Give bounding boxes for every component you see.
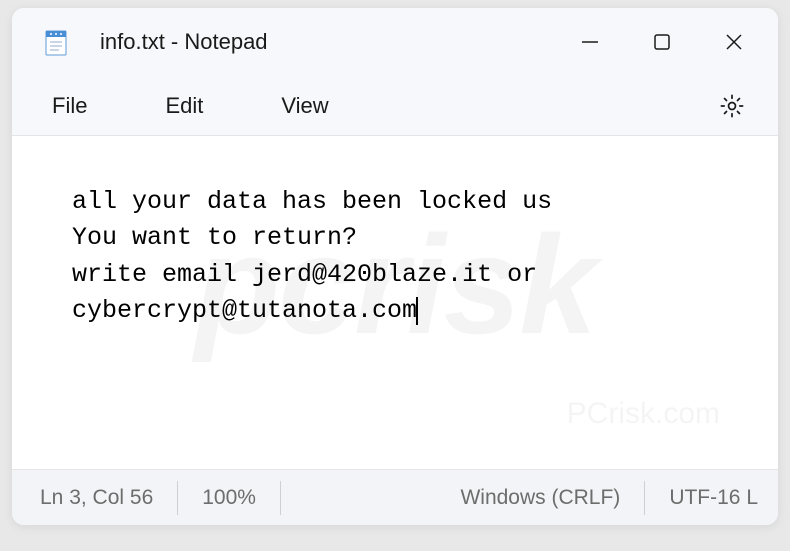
notepad-window: info.txt - Notepad File Edit View all yo… bbox=[12, 8, 778, 525]
menu-view[interactable]: View bbox=[271, 87, 338, 125]
content-line: cybercrypt@tutanota.com bbox=[72, 296, 417, 325]
menu-edit[interactable]: Edit bbox=[155, 87, 213, 125]
content-line: all your data has been locked us bbox=[72, 187, 552, 216]
notepad-app-icon bbox=[42, 26, 70, 58]
status-line-ending: Windows (CRLF) bbox=[436, 481, 645, 515]
status-zoom[interactable]: 100% bbox=[178, 481, 281, 515]
text-caret bbox=[416, 297, 418, 325]
window-controls bbox=[554, 8, 770, 76]
close-button[interactable] bbox=[698, 8, 770, 76]
text-area[interactable]: all your data has been locked us You wan… bbox=[12, 136, 778, 469]
statusbar: Ln 3, Col 56 100% Windows (CRLF) UTF-16 … bbox=[12, 469, 778, 525]
content-line: write email jerd@420blaze.it or bbox=[72, 260, 537, 289]
menubar: File Edit View bbox=[12, 76, 778, 136]
menu-file[interactable]: File bbox=[42, 87, 97, 125]
titlebar[interactable]: info.txt - Notepad bbox=[12, 8, 778, 76]
settings-button[interactable] bbox=[716, 90, 748, 122]
status-cursor-position: Ln 3, Col 56 bbox=[32, 481, 178, 515]
maximize-button[interactable] bbox=[626, 8, 698, 76]
window-title: info.txt - Notepad bbox=[100, 29, 554, 55]
content-line: You want to return? bbox=[72, 223, 357, 252]
minimize-button[interactable] bbox=[554, 8, 626, 76]
status-encoding: UTF-16 L bbox=[645, 481, 758, 515]
